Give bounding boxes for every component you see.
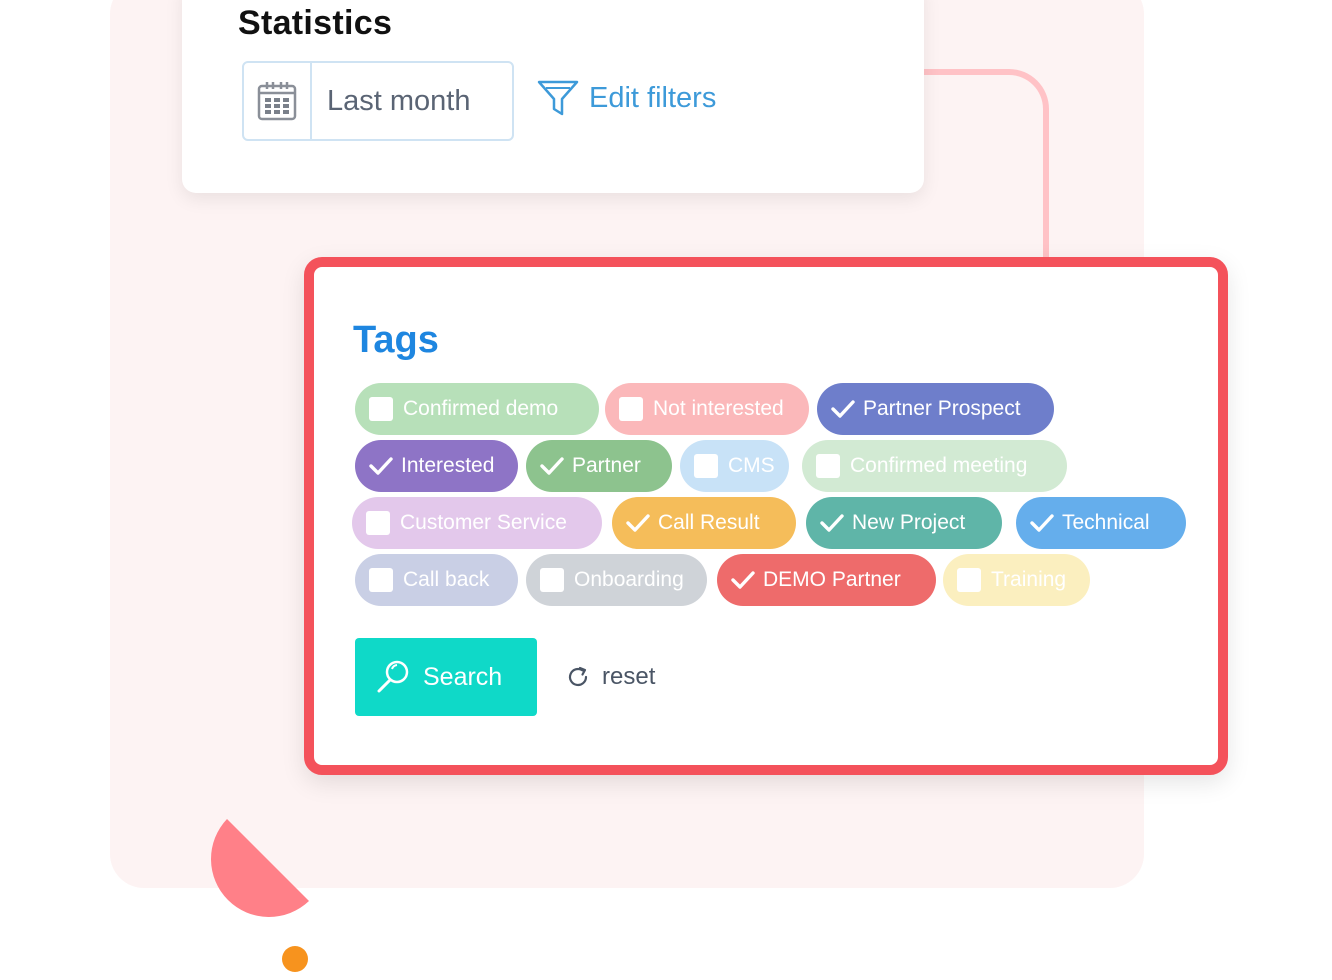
checkmark-icon: [1030, 511, 1054, 535]
checkmark-icon: [731, 568, 755, 592]
tags-title: Tags: [353, 319, 439, 361]
decorative-half-circle: [210, 819, 309, 917]
tag-interested[interactable]: Interested: [355, 440, 518, 492]
tag-label: Partner Prospect: [863, 397, 1021, 420]
tag-label: New Project: [852, 511, 966, 534]
tag-confirmed-demo[interactable]: Confirmed demo: [355, 383, 599, 435]
tag-new-project[interactable]: New Project: [806, 497, 1002, 549]
checkbox-unchecked[interactable]: [619, 397, 643, 421]
statistics-card: Statistics Last month Edit filters: [182, 0, 924, 193]
tag-label: Call Result: [658, 511, 760, 534]
tag-partner-prospect[interactable]: Partner Prospect: [817, 383, 1054, 435]
decorative-dot: [282, 946, 308, 972]
checkmark-icon: [369, 454, 393, 478]
connector-line: [924, 69, 1049, 269]
filter-icon: [537, 80, 579, 116]
tag-not-interested[interactable]: Not interested: [605, 383, 809, 435]
tag-partner[interactable]: Partner: [526, 440, 672, 492]
checkbox-unchecked[interactable]: [540, 568, 564, 592]
refresh-icon: [568, 666, 588, 687]
tag-label: DEMO Partner: [763, 568, 901, 591]
tag-label: Interested: [401, 454, 495, 477]
tags-panel: Tags Confirmed demo Not interested Partner…: [304, 257, 1228, 775]
tag-label: Onboarding: [574, 568, 684, 591]
tag-label: Customer Service: [400, 511, 567, 534]
reset-button[interactable]: reset: [566, 663, 655, 691]
search-button[interactable]: Search: [355, 638, 537, 716]
tag-technical[interactable]: Technical: [1016, 497, 1186, 549]
tag-confirmed-meeting[interactable]: Confirmed meeting: [802, 440, 1067, 492]
tag-demo-partner[interactable]: DEMO Partner: [717, 554, 936, 606]
search-button-label: Search: [423, 662, 503, 691]
tag-customer-service[interactable]: Customer Service: [352, 497, 602, 549]
statistics-title: Statistics: [238, 4, 393, 42]
tag-label: Partner: [572, 454, 641, 477]
edit-filters-link[interactable]: Edit filters: [537, 78, 716, 118]
tag-label: Not interested: [653, 397, 784, 420]
checkbox-unchecked[interactable]: [366, 511, 390, 535]
checkmark-icon: [831, 397, 855, 421]
edit-filters-label: Edit filters: [589, 81, 717, 114]
tag-label: CMS: [728, 454, 775, 477]
tag-label: Call back: [403, 568, 490, 591]
tag-label: Technical: [1062, 511, 1150, 534]
checkmark-icon: [820, 511, 844, 535]
date-range-select[interactable]: Last month: [242, 61, 514, 141]
search-icon: [377, 660, 409, 693]
tag-training[interactable]: Training: [943, 554, 1090, 606]
checkmark-icon: [540, 454, 564, 478]
tag-call-result[interactable]: Call Result: [612, 497, 796, 549]
tag-label: Confirmed demo: [403, 397, 559, 420]
checkbox-unchecked[interactable]: [957, 568, 981, 592]
tag-label: Confirmed meeting: [850, 454, 1028, 477]
date-range-value: Last month: [327, 84, 471, 117]
checkbox-unchecked[interactable]: [369, 568, 393, 592]
checkmark-icon: [626, 511, 650, 535]
tag-label: Training: [991, 568, 1067, 591]
tag-call-back[interactable]: Call back: [355, 554, 518, 606]
tag-onboarding[interactable]: Onboarding: [526, 554, 707, 606]
calendar-icon: [244, 63, 312, 139]
checkbox-unchecked[interactable]: [369, 397, 393, 421]
tag-cms[interactable]: CMS: [680, 440, 789, 492]
checkbox-unchecked[interactable]: [694, 454, 718, 478]
reset-button-label: reset: [602, 663, 656, 690]
checkbox-unchecked[interactable]: [816, 454, 840, 478]
